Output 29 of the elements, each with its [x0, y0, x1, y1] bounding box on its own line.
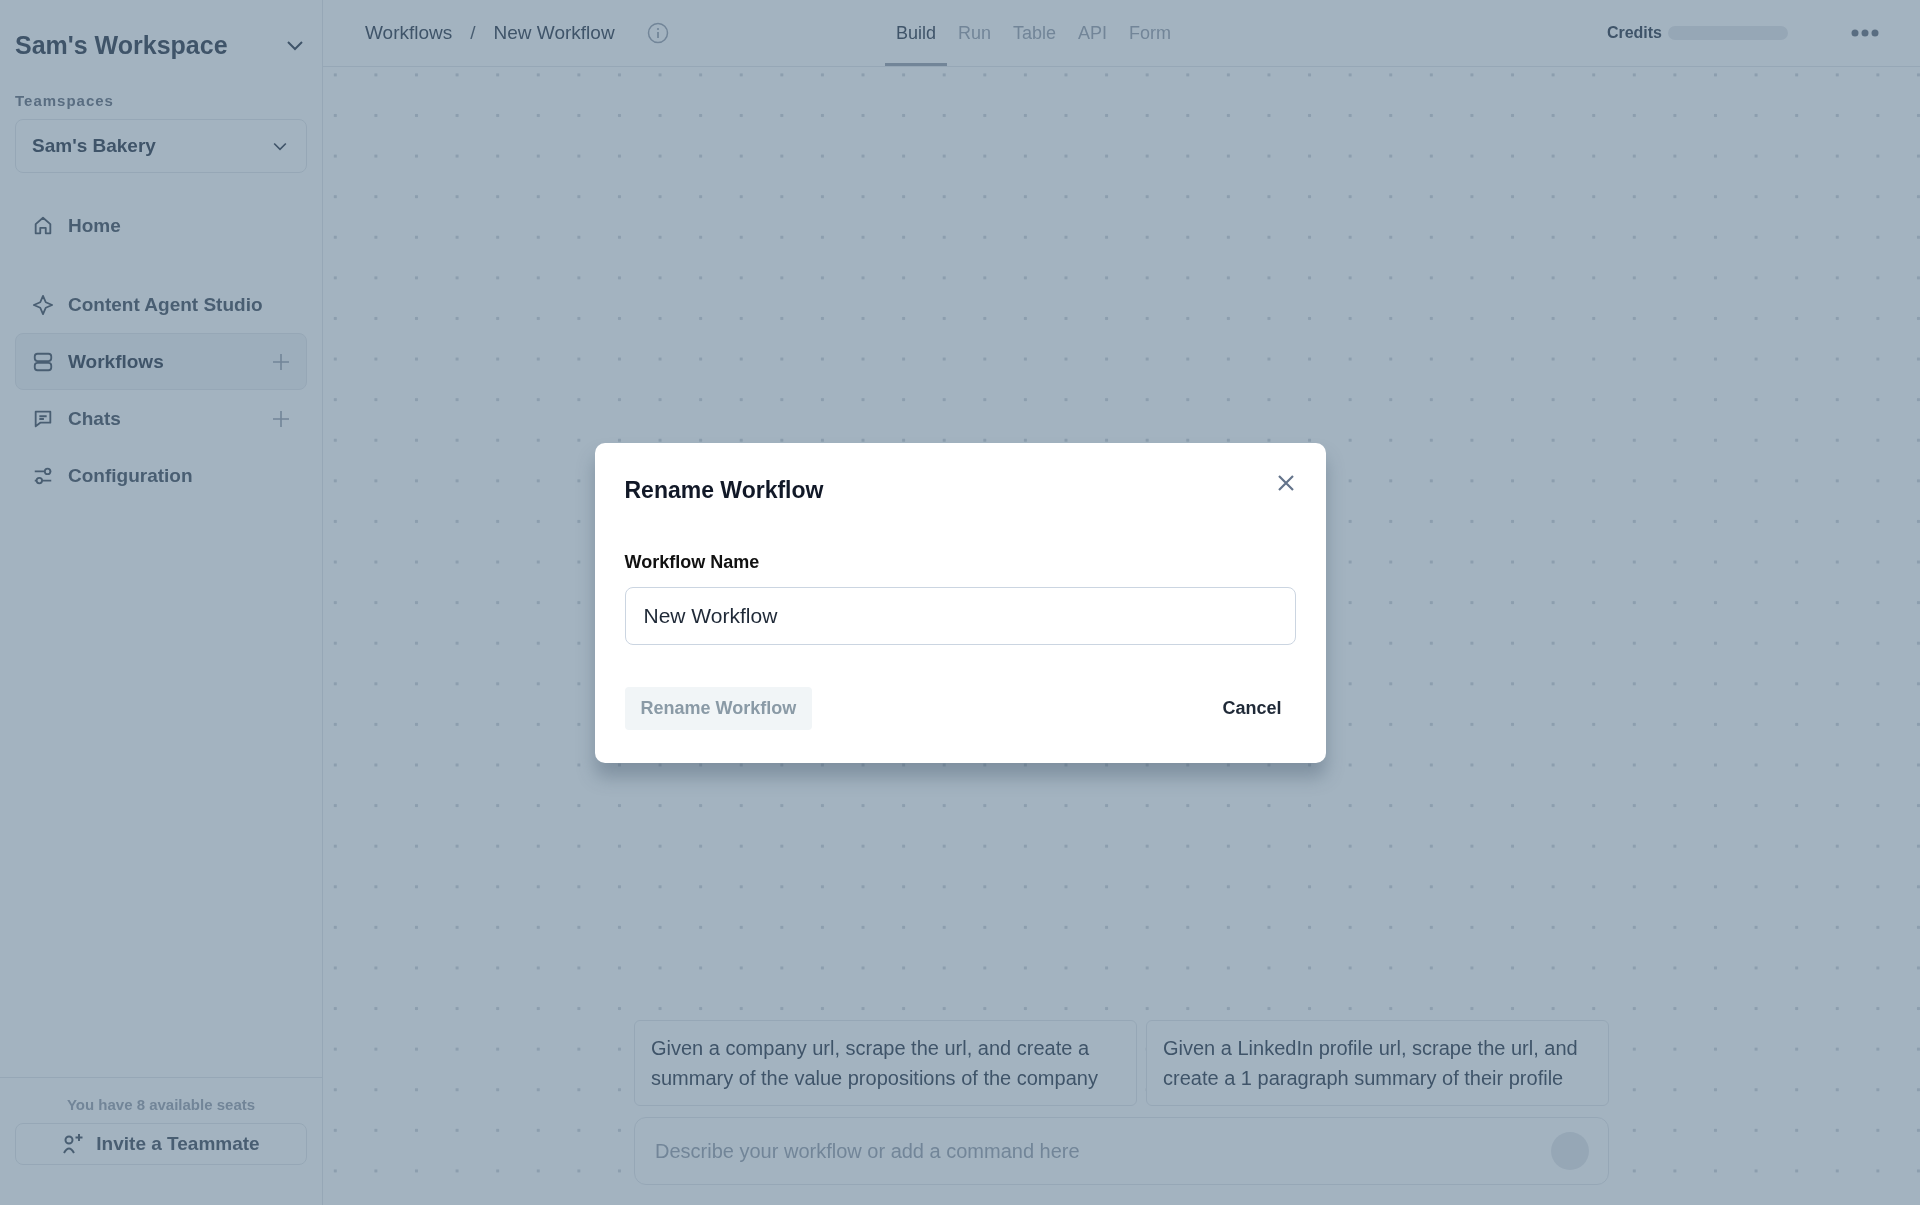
name-field[interactable]: New Workflow [624, 586, 1296, 645]
sidebar-item[interactable]: Chats [15, 390, 307, 447]
workspace-name[interactable]: Sam's Workspace [15, 30, 228, 60]
sidebar-item[interactable]: Content Agent Studio [15, 276, 307, 333]
suggestion-card[interactable]: Given a company url, scrape the url, and create a summary of the value propositions of the company [634, 1020, 1137, 1106]
house-icon [32, 214, 54, 237]
info-icon[interactable] [646, 22, 669, 44]
teamspace-dropdown[interactable]: Sam's Bakery [15, 119, 307, 173]
cancel-button[interactable]: Cancel [1208, 697, 1296, 719]
section-label: Teamspaces [15, 92, 115, 109]
stack-icon [32, 350, 54, 373]
sparkle-icon [32, 293, 54, 316]
breadcrumb-separator: / [470, 22, 476, 44]
suggestion-card[interactable]: Given a LinkedIn profile url, scrape the url, and create a 1 paragraph summary of their profile [1146, 1020, 1609, 1106]
sidebar-item[interactable]: Workflows [15, 333, 307, 390]
credits-label: Credits [1606, 24, 1662, 42]
dialog-title: Rename Workflow [624, 476, 824, 504]
invite-button[interactable]: Invite a Teammate [15, 1123, 307, 1165]
sidebar-item[interactable]: Configuration [15, 447, 307, 504]
add-person-icon [62, 1133, 85, 1155]
plus-icon[interactable] [272, 352, 290, 371]
sidebar-item[interactable]: Home [15, 197, 307, 254]
more-icon[interactable] [1850, 28, 1880, 38]
plus-icon[interactable] [272, 409, 290, 428]
field-label: Workflow Name [624, 551, 761, 573]
breadcrumb-link[interactable]: Workflows [365, 22, 453, 44]
close-icon[interactable] [1275, 472, 1296, 493]
tab[interactable]: Build [885, 0, 948, 66]
breadcrumb-current[interactable]: New Workflow [493, 22, 615, 44]
